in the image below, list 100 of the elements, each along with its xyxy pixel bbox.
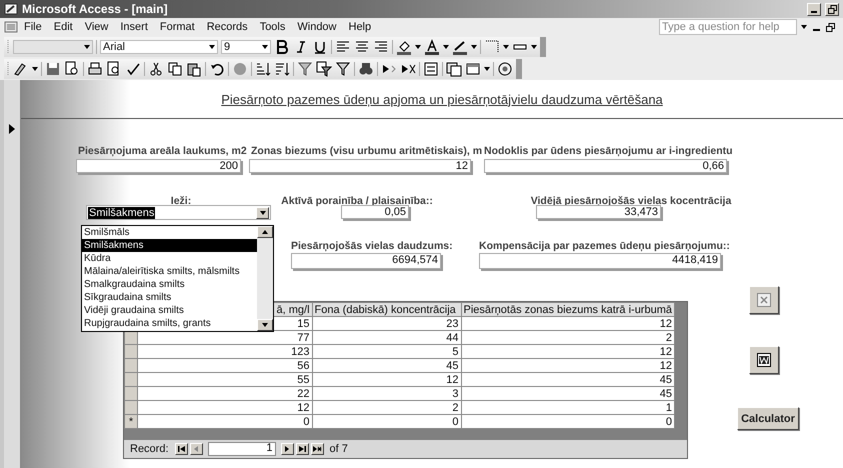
dropdown-arrow-icon <box>484 67 490 71</box>
properties-icon[interactable] <box>423 61 439 77</box>
menu-item[interactable]: Insert <box>114 20 154 34</box>
value-field[interactable]: 4418,419 <box>479 253 721 269</box>
dropdown-option[interactable]: Rupjgraudaina smilts, grants <box>82 317 257 330</box>
export-excel-button[interactable] <box>749 286 779 314</box>
fill-color-icon[interactable] <box>396 39 412 55</box>
file-search-icon[interactable] <box>64 61 80 77</box>
table-cell: 0 <box>137 414 312 428</box>
underline-icon[interactable] <box>312 39 328 55</box>
field-label: Aktīvā porainība / plaisainība:: <box>280 195 434 207</box>
table-cell: 77 <box>137 330 312 344</box>
dropdown-option[interactable]: Sīkgraudaina smilts <box>82 291 257 304</box>
field-label: Piesārņojuma areāla laukums, m2 <box>78 145 247 157</box>
dropdown-arrow-icon <box>503 45 509 49</box>
dropdown-arrow-icon <box>415 45 421 49</box>
table-cell: 12 <box>461 344 674 358</box>
field-label: Nodoklis par ūdens piesārņojumu ar i-ingredientu <box>484 145 733 157</box>
table-cell: 56 <box>137 358 312 372</box>
menu-item[interactable]: Tools <box>254 20 292 34</box>
dropdown-arrow-icon <box>471 45 477 49</box>
access-app-icon <box>4 2 18 16</box>
sort-descending-icon[interactable] <box>274 61 290 77</box>
dropdown-option[interactable]: Vidēji graudaina smilts <box>82 304 257 317</box>
column-header[interactable]: Piesārņotās zonas biezums katrā i-urbumā <box>461 302 674 316</box>
copy-icon[interactable] <box>167 61 183 77</box>
paste-icon[interactable] <box>186 61 202 77</box>
border-icon[interactable] <box>484 39 500 55</box>
table-cell: 45 <box>312 358 461 372</box>
menu-item[interactable]: Window <box>291 20 342 34</box>
dropdown-option[interactable]: Kūdra <box>82 252 257 265</box>
filter-form-icon[interactable] <box>316 61 332 77</box>
print-icon[interactable] <box>87 61 103 77</box>
first-record-button[interactable] <box>174 443 188 455</box>
value-field[interactable]: 33,473 <box>536 205 661 219</box>
font-size-combo[interactable]: 9 <box>221 40 271 54</box>
new-object-icon[interactable] <box>465 61 481 77</box>
dropdown-option[interactable]: Mālaina/aleirītiska smilts, mālsmilts <box>82 265 257 278</box>
export-word-button[interactable] <box>749 346 779 374</box>
save-icon[interactable] <box>45 61 61 77</box>
value-field[interactable]: 200 <box>76 159 241 173</box>
table-cell: 123 <box>137 344 312 358</box>
value-field[interactable]: 0,05 <box>341 205 409 219</box>
help-icon[interactable] <box>497 61 513 77</box>
help-search-field[interactable]: Type a question for help <box>659 19 797 35</box>
menu-item[interactable]: File <box>18 20 48 34</box>
table-cell: 12 <box>137 400 312 414</box>
table-cell: 1 <box>461 400 674 414</box>
previous-icon <box>194 446 198 452</box>
previous-record-button[interactable] <box>190 443 203 455</box>
dropdown-option[interactable]: Smalkgraudaina smilts <box>82 278 257 291</box>
current-record-field[interactable]: 1 <box>208 442 276 456</box>
bold-icon[interactable] <box>274 39 290 55</box>
last-record-button[interactable] <box>296 443 309 455</box>
table-cell: 45 <box>461 372 674 386</box>
dropdown-arrow-icon[interactable] <box>801 25 807 29</box>
table-cell: 12 <box>312 372 461 386</box>
window-title: Microsoft Access - [main] <box>22 2 168 16</box>
table-cell: 3 <box>312 386 461 400</box>
minimize-button[interactable] <box>807 2 821 16</box>
new-record-marker[interactable]: * <box>124 414 138 428</box>
form-title: Piesārņoto pazemes ūdeņu apjoma un piesārņotājvielu daudzuma vērtēšana <box>221 92 663 106</box>
scroll-up-button[interactable] <box>257 226 273 238</box>
line-color-icon[interactable] <box>452 39 468 55</box>
sort-ascending-icon[interactable] <box>255 61 271 77</box>
table-cell: 5 <box>312 344 461 358</box>
cut-icon[interactable] <box>148 61 164 77</box>
value-field[interactable]: 0,66 <box>484 159 727 173</box>
scroll-down-button[interactable] <box>257 319 273 331</box>
font-color-icon[interactable] <box>424 39 440 55</box>
dropdown-option[interactable]: Smilšmāls <box>82 226 257 239</box>
rock-type-combo[interactable]: Smilšakmens <box>86 205 271 220</box>
spelling-icon[interactable] <box>125 61 141 77</box>
menu-item[interactable]: View <box>78 20 114 34</box>
calculator-button[interactable]: Calculator <box>737 407 799 430</box>
dropdown-arrow-icon <box>32 67 38 71</box>
dropdown-arrow-icon <box>209 45 215 49</box>
restore-button[interactable] <box>825 2 839 16</box>
value-field[interactable]: 12 <box>249 159 471 173</box>
menu-item[interactable]: Help <box>342 20 378 34</box>
filter-selection-icon[interactable] <box>297 61 313 77</box>
new-record-button[interactable] <box>310 443 324 455</box>
dropdown-option[interactable]: Smilšakmens <box>82 239 257 252</box>
database-window-icon[interactable] <box>446 61 462 77</box>
new-icon <box>312 446 322 452</box>
filter-icon[interactable] <box>335 61 351 77</box>
dropdown-arrow-icon <box>443 45 449 49</box>
next-record-button[interactable] <box>280 443 294 455</box>
undo-icon[interactable] <box>209 61 225 77</box>
table-cell: 44 <box>312 330 461 344</box>
table-cell: 45 <box>461 386 674 400</box>
value-field[interactable]: 6694,574 <box>291 253 441 269</box>
font-combo[interactable]: Arial <box>100 40 218 54</box>
field-label: Zonas biezums (visu urbumu aritmētiskais), m <box>251 145 482 157</box>
table-cell: 12 <box>461 316 674 330</box>
field-label: Ieži: <box>170 195 192 207</box>
menu-item[interactable]: Edit <box>48 20 79 34</box>
menu-item[interactable]: Records <box>200 20 254 34</box>
column-header[interactable]: Fona (dabiskā) koncentrācija <box>312 302 461 316</box>
menu-item[interactable]: Format <box>154 20 201 34</box>
